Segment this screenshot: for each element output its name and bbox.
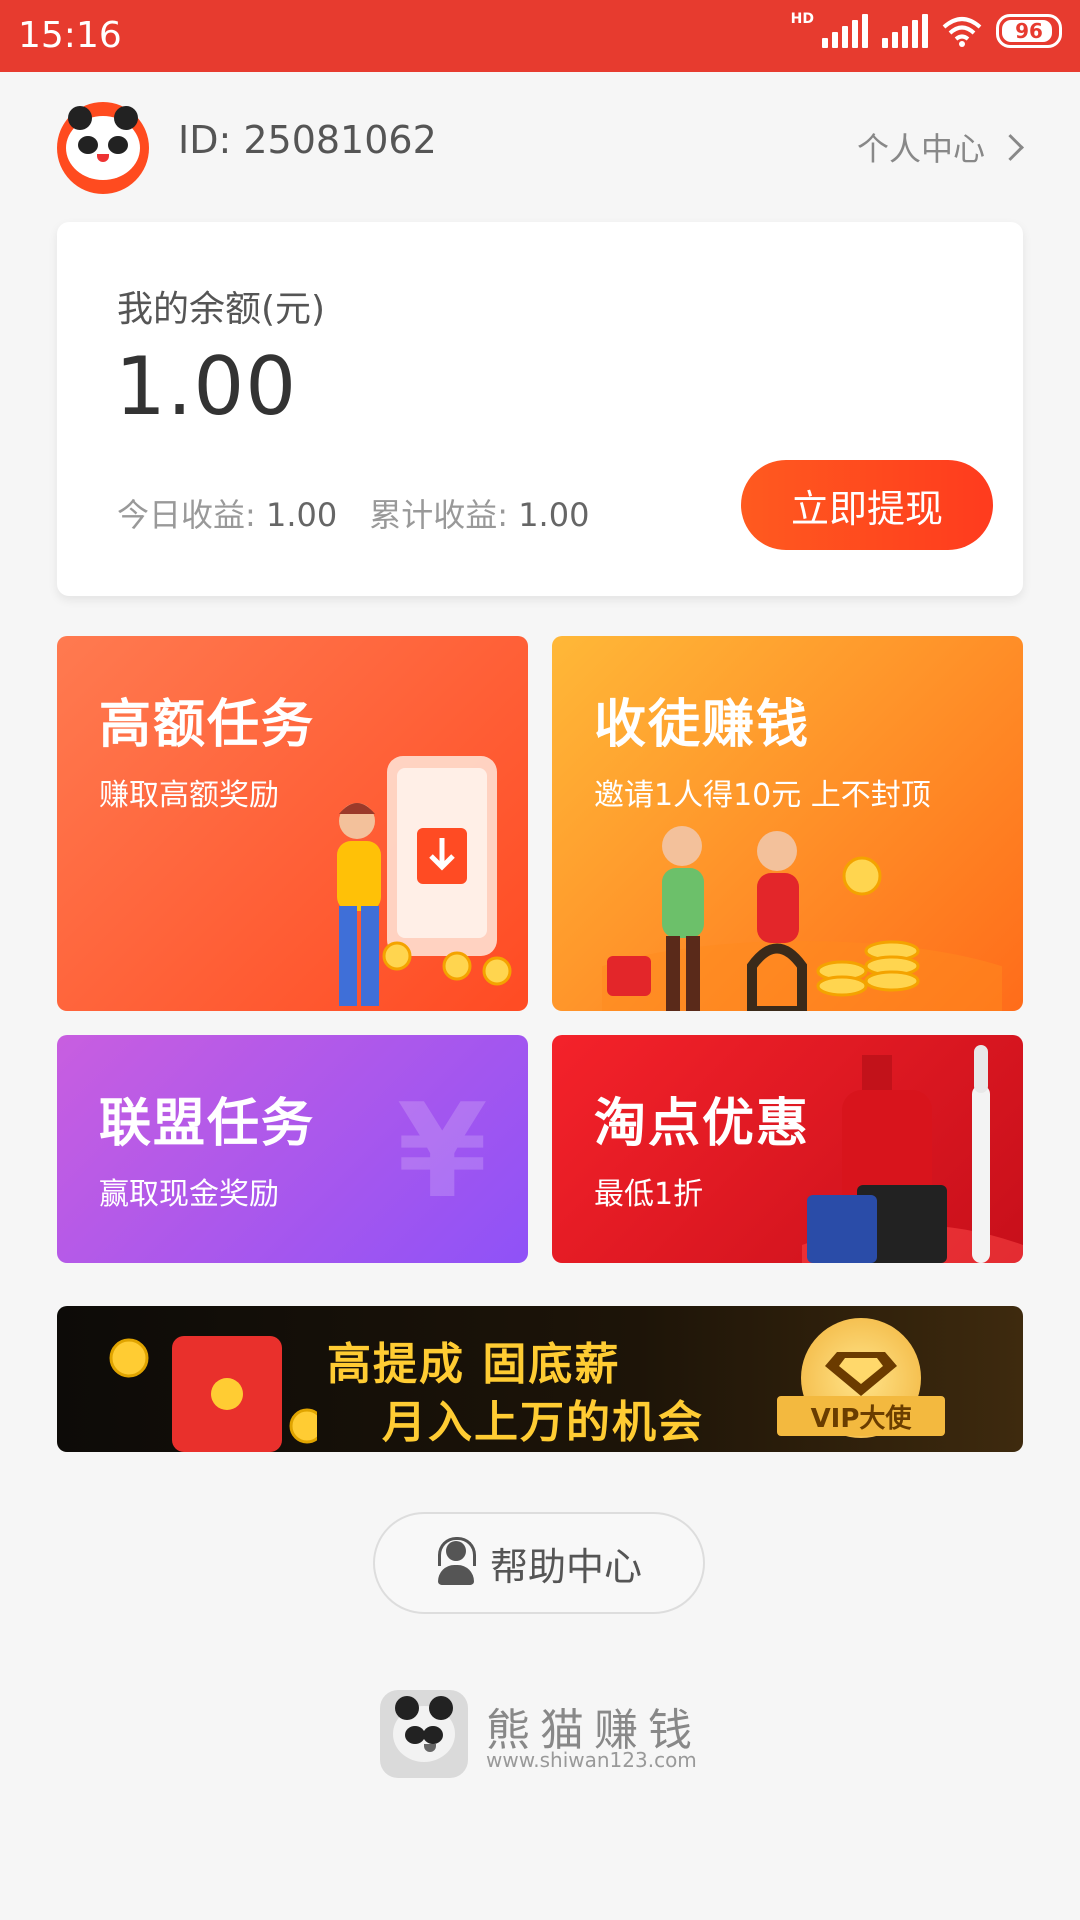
signal-icon-2 [882,14,928,48]
chevron-right-icon [997,133,1024,161]
battery-level: 96 [1015,19,1043,43]
phone-download-illustration [337,756,512,1006]
brand-footer: 熊猫赚钱 www.shiwan123.com [380,1690,720,1780]
balance-label: 我的余额(元) [117,289,326,330]
personal-center-link[interactable]: 个人中心 [856,124,1024,170]
status-icons: HD 96 [790,11,1062,48]
help-center-label: 帮助中心 [489,1544,642,1589]
tile-subtitle: 最低1折 [594,1177,704,1212]
panda-icon [66,106,140,180]
today-earnings-value: 1.00 [265,496,338,534]
tile-subtitle: 赚取高额奖励 [99,778,279,813]
today-earnings-label: 今日收益: [117,496,256,534]
wifi-icon [942,17,982,47]
tile-subtitle: 邀请1人得10元 上不封顶 [594,778,931,813]
yuan-icon: ¥ [397,1075,488,1227]
banner-line-1: 高提成 固底薪 [327,1339,621,1390]
signal-icon [822,14,868,48]
today-earnings: 今日收益: 1.00 [117,490,337,536]
battery-icon: 96 [996,14,1062,48]
taodian-discount-tile[interactable]: 淘点优惠 最低1折 [552,1035,1023,1263]
status-bar: 15:16 HD 96 [0,0,1080,72]
products-illustration [802,1045,1023,1263]
personal-center-label: 个人中心 [856,130,985,168]
tile-title: 收徒赚钱 [594,695,811,755]
user-id: ID: 25081062 [178,118,437,162]
clock: 15:16 [18,15,122,56]
alliance-task-tile[interactable]: 联盟任务 赢取现金奖励 ¥ [57,1035,528,1263]
profile-header: ID: 25081062 个人中心 [0,72,1080,222]
tile-title: 高额任务 [99,695,316,755]
panda-logo-icon [380,1690,468,1778]
help-center-button[interactable]: 帮助中心 [373,1512,705,1614]
earnings-summary: 今日收益: 1.00 累计收益: 1.00 [117,490,589,536]
red-envelope-coins-illustration [109,1336,317,1452]
tile-title: 联盟任务 [99,1094,316,1154]
tile-title: 淘点优惠 [594,1094,811,1154]
balance-card: 我的余额(元) 1.00 今日收益: 1.00 累计收益: 1.00 立即提现 [57,222,1023,596]
total-earnings: 累计收益: 1.00 [369,490,589,536]
brand-url: www.shiwan123.com [486,1748,697,1772]
total-earnings-value: 1.00 [518,496,590,534]
banner-line-2: 月入上万的机会 [382,1397,704,1448]
avatar[interactable] [57,102,149,194]
hd-badge: HD [790,11,814,27]
vip-ambassador-banner[interactable]: 高提成 固底薪 月入上万的机会 VIP大使 [57,1306,1023,1452]
balance-value: 1.00 [115,340,298,433]
tile-subtitle: 赢取现金奖励 [99,1177,279,1212]
high-reward-task-tile[interactable]: 高额任务 赚取高额奖励 [57,636,528,1011]
headset-icon [436,1537,476,1587]
friends-coins-illustration [602,826,1002,1011]
withdraw-button[interactable]: 立即提现 [741,460,993,550]
recruit-earn-tile[interactable]: 收徒赚钱 邀请1人得10元 上不封顶 [552,636,1023,1011]
total-earnings-label: 累计收益: [369,496,509,534]
vip-ambassador-badge: VIP大使 [777,1396,945,1436]
